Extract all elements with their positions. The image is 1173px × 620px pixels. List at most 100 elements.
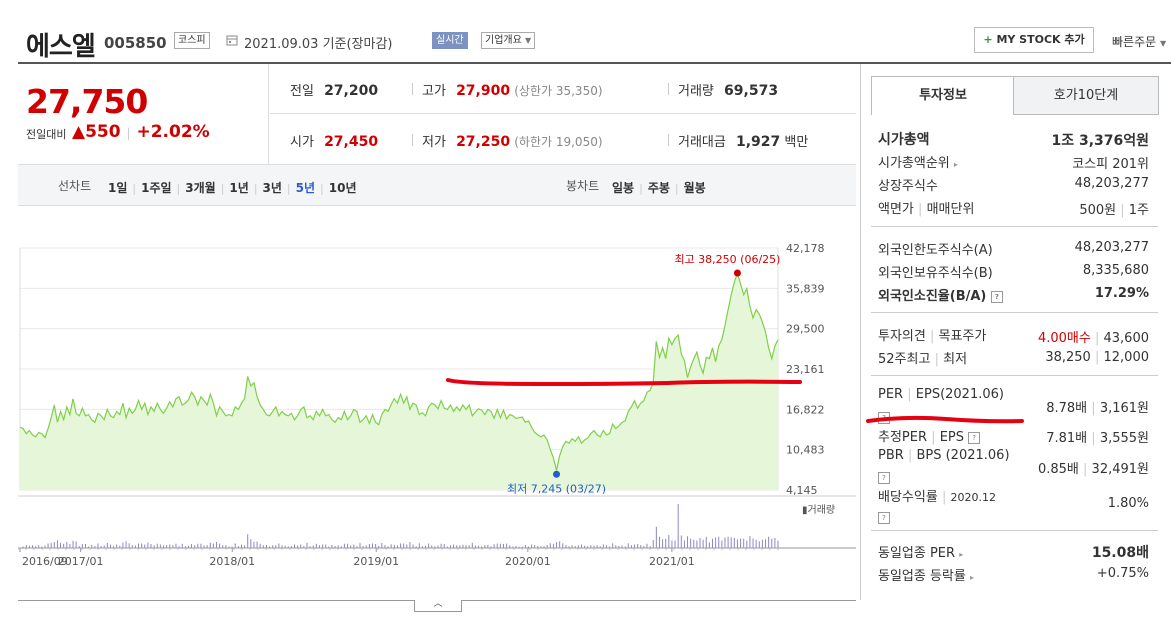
lower-limit: (하한가 19,050)	[514, 135, 603, 149]
section-divider	[871, 375, 1158, 376]
help-icon[interactable]: ?	[878, 471, 890, 484]
tab-divider: |	[639, 182, 643, 195]
est-per-eps-label: 추정PER | EPS ?	[878, 426, 981, 445]
volume: 거래량 69,573	[678, 80, 778, 99]
divider: |	[1083, 462, 1088, 477]
price-change: ▲550 | +2.02%	[72, 122, 210, 142]
annotation-underline-per	[866, 415, 1024, 424]
market-cap-label: 시가총액	[878, 132, 930, 148]
candle-chart-label: 봉차트	[566, 179, 600, 193]
industry-rate-label: 동일업종 등락률	[878, 569, 966, 584]
x-tick-label: 2020/01	[505, 555, 551, 568]
change-separator: |	[126, 126, 131, 140]
industry-per-value: 15.08배	[1091, 545, 1149, 561]
help-icon-div[interactable]: ?	[878, 507, 890, 526]
per-eps-label: PER | EPS(2021.06)	[878, 387, 1004, 402]
per-label: PER	[878, 387, 904, 402]
section-divider	[871, 226, 1158, 227]
company-info-dropdown[interactable]: 기업개요 ▼	[481, 32, 536, 49]
w52-value: 38,250 | 12,000	[1045, 350, 1149, 365]
foreign-ratio-label: 외국인소진율(B/A) ?	[878, 285, 1003, 304]
calendar-icon	[226, 35, 238, 46]
x-tick-label: 2019/01	[353, 555, 399, 568]
divider: |	[1120, 203, 1125, 218]
help-icon-pbr[interactable]: ?	[878, 467, 890, 486]
est-eps-value: 3,555원	[1099, 431, 1149, 446]
company-info-label: 기업개요	[485, 35, 522, 46]
stock-code: 005850	[104, 34, 167, 52]
target-label: 목표주가	[938, 329, 987, 344]
volume-label: 거래량	[678, 84, 714, 99]
min-point	[553, 470, 561, 478]
help-icon[interactable]: ?	[878, 511, 890, 524]
chevron-down-icon: ▼	[1160, 39, 1167, 48]
w52-low-value: 12,000	[1103, 350, 1150, 365]
trade-unit-label: 매매단위	[926, 202, 975, 217]
divider: |	[929, 329, 935, 344]
line-chart-label: 선차트	[58, 179, 92, 193]
period-tab-2[interactable]: 3개월	[185, 181, 215, 195]
period-tab-5[interactable]: 5년	[296, 181, 315, 195]
period-tab-0[interactable]: 1일	[108, 181, 127, 195]
collapse-toggle-button[interactable]: ︿	[414, 600, 462, 612]
opinion-target-value: 4.00매수 | 43,600	[1038, 327, 1149, 346]
divider: |	[1094, 350, 1100, 365]
open-price: 시가 27,450	[290, 131, 378, 150]
candle-tabs: 일봉 | 주봉 | 월봉	[612, 177, 706, 196]
tab-divider: |	[220, 182, 225, 195]
tab-divider: |	[132, 182, 137, 195]
divider	[270, 113, 856, 114]
open-value: 27,450	[324, 134, 379, 150]
change-amount: ▲550	[72, 122, 121, 142]
max-annotation: 최고 38,250 (06/25)	[674, 253, 780, 266]
my-stock-label: MY STOCK 추가	[996, 33, 1085, 46]
candle-tab-0[interactable]: 일봉	[612, 181, 634, 195]
y-tick-label: 16,822	[786, 403, 825, 416]
period-tab-4[interactable]: 3년	[263, 181, 282, 195]
quick-order-button[interactable]: 빠른주문 ▼	[1112, 33, 1166, 50]
period-tab-1[interactable]: 1주일	[141, 181, 171, 195]
industry-rate-link[interactable]: 동일업종 등락률 ▸	[878, 565, 974, 584]
divider: |	[907, 448, 913, 463]
volume-value: 69,573	[724, 83, 779, 99]
industry-rate-value: +0.75%	[1096, 566, 1149, 581]
tab-quote-10[interactable]: 호가10단계	[1013, 76, 1159, 115]
tab-invest-info[interactable]: 투자정보	[871, 76, 1015, 115]
candle-tab-1[interactable]: 주봉	[648, 181, 670, 195]
change-label: 전일대비	[26, 128, 67, 141]
divider: |	[1091, 401, 1096, 416]
y-tick-label: 29,500	[786, 323, 825, 336]
w52-high-label: 52주최고	[878, 352, 931, 367]
market-cap-value: 1조 3,376억원	[1051, 133, 1149, 149]
price-chart[interactable]: 42,178 35,839 29,500 23,161 16,822 10,483 4,14…	[18, 204, 856, 600]
tab-divider: |	[286, 182, 291, 195]
tab-divider: |	[176, 182, 181, 195]
est-per-eps-value: 7.81배 | 3,555원	[1046, 427, 1149, 446]
period-tab-3[interactable]: 1년	[229, 181, 248, 195]
period-tab-6[interactable]: 10년	[329, 181, 357, 195]
help-icon[interactable]: ?	[990, 290, 1003, 303]
divider: |	[931, 430, 936, 445]
dividend-label: 배당수익률 | 2020.12	[878, 486, 996, 505]
section-divider	[871, 530, 1158, 531]
divider: |	[941, 490, 947, 505]
candle-tab-2[interactable]: 월봉	[684, 181, 706, 195]
help-icon[interactable]: ?	[968, 431, 981, 444]
min-annotation: 최저 7,245 (03/27)	[507, 482, 606, 495]
w52-low-label: 최저	[943, 352, 968, 367]
divider: |	[1091, 431, 1096, 446]
par-trade-unit: 액면가 | 매매단위	[878, 198, 974, 217]
market-cap-rank-link[interactable]: 시가총액순위 ▸	[878, 152, 958, 171]
y-tick-label: 42,178	[786, 242, 825, 255]
opinion-target-label: 투자의견 | 목표주가	[878, 325, 986, 344]
realtime-button[interactable]: 실시간	[432, 32, 468, 49]
x-tick-label: 2021/01	[649, 555, 695, 568]
my-stock-add-button[interactable]: + MY STOCK 추가	[974, 27, 1094, 53]
amount-value: 1,927	[735, 134, 781, 150]
dividend-yield-label: 배당수익률	[878, 490, 938, 505]
industry-per-link[interactable]: 동일업종 PER ▸	[878, 542, 963, 561]
y-tick-label: 35,839	[786, 282, 825, 295]
y-tick-label: 4,145	[786, 484, 818, 497]
divider	[412, 134, 413, 146]
chevron-right-icon: ▸	[959, 550, 964, 559]
